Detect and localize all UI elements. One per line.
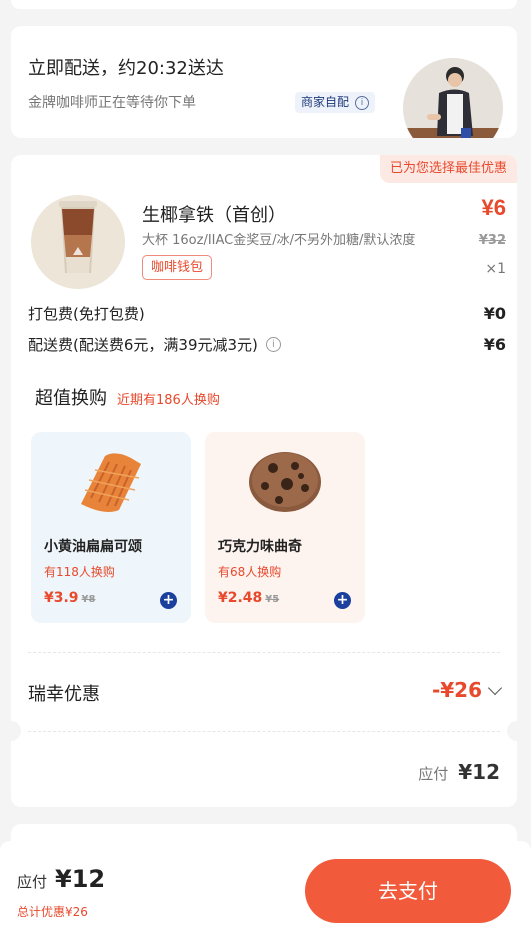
swap-item-count: 有118人换购: [44, 565, 115, 579]
info-icon[interactable]: i: [265, 336, 281, 352]
merchant-delivery-badge[interactable]: 商家自配 i: [295, 92, 376, 113]
best-offer-tag: 已为您选择最佳优惠: [379, 155, 517, 183]
info-icon: i: [355, 95, 370, 110]
delivery-fee-label: 配送费(配送费6元，满39元减3元): [28, 335, 258, 354]
coffee-wallet-button[interactable]: 咖啡钱包: [142, 255, 213, 280]
chevron-down-icon: [487, 680, 503, 695]
swap-item-croissant[interactable]: 小黄油扁扁可颂 有118人换购 ¥3.9 ¥8 +: [31, 432, 191, 623]
swap-item-price: ¥3.9: [44, 590, 79, 606]
swap-item-price-group: ¥2.48 ¥5: [218, 590, 279, 606]
luckin-promo-label: 瑞幸优惠: [28, 684, 100, 705]
merchant-badge-label: 商家自配: [301, 95, 350, 109]
add-icon[interactable]: +: [160, 592, 177, 609]
pay-button[interactable]: 去支付: [305, 859, 511, 923]
packaging-fee-row: 打包费(免打包费) ¥0: [28, 302, 506, 324]
amount-due-label: 应付: [418, 765, 449, 783]
packaging-fee-label: 打包费(免打包费): [28, 304, 145, 323]
swap-section-subtitle: 近期有186人换购: [117, 393, 220, 408]
checkout-pay-value: ¥12: [55, 865, 106, 893]
product-price: ¥6: [481, 195, 506, 220]
swap-item-price-group: ¥3.9 ¥8: [44, 590, 95, 606]
product-original-price: ¥32: [478, 233, 506, 248]
swap-section-title: 超值换购: [35, 388, 107, 409]
cookie-image: [249, 452, 321, 512]
swap-item-count: 有68人换购: [218, 565, 282, 579]
checkout-amount-group: 应付 ¥12: [17, 865, 105, 893]
delivery-time-title: 立即配送，约20:32送达: [28, 58, 224, 79]
product-quantity: ×1: [485, 261, 506, 277]
divider: [28, 731, 500, 732]
amount-due-value: ¥12: [458, 760, 500, 784]
product-spec: 大杯 16oz/IIAC金奖豆/冰/不另外加糖/默认浓度: [142, 233, 416, 248]
coconut-latte-image: [31, 195, 125, 289]
ticket-notch: [11, 721, 21, 741]
amount-due-row: 应付 ¥12: [418, 760, 500, 784]
luckin-promo-value: -¥26: [431, 678, 482, 702]
delivery-subtitle: 金牌咖啡师正在等待你下单: [28, 95, 196, 111]
checkout-pay-label: 应付: [17, 873, 48, 891]
checkout-bar: 应付 ¥12 总计优惠¥26 去支付: [0, 841, 531, 926]
delivery-fee-row: 配送费(配送费6元，满39元减3元) i ¥6: [28, 333, 506, 355]
delivery-fee-amount: ¥6: [483, 334, 506, 354]
product-name: 生椰拿铁（首创）: [142, 205, 286, 226]
packaging-fee-amount: ¥0: [483, 303, 506, 323]
total-discount: 总计优惠¥26: [17, 905, 88, 919]
swap-item-old-price: ¥5: [265, 594, 280, 605]
previous-card: [11, 0, 517, 9]
divider: [28, 652, 500, 653]
luckin-promo-value-group[interactable]: -¥26: [431, 678, 503, 702]
croissant-image: [81, 453, 141, 512]
swap-item-price: ¥2.48: [218, 590, 263, 606]
ticket-notch: [507, 721, 517, 741]
swap-item-old-price: ¥8: [81, 594, 96, 605]
swap-item-name: 小黄油扁扁可颂: [44, 539, 142, 555]
delivery-card: 立即配送，约20:32送达 金牌咖啡师正在等待你下单 商家自配 i: [11, 26, 517, 138]
order-card: 已为您选择最佳优惠 生椰拿铁（首创） 大杯 16oz/IIAC金奖豆/冰/不另外…: [11, 155, 517, 807]
swap-item-cookie[interactable]: 巧克力味曲奇 有68人换购 ¥2.48 ¥5 +: [205, 432, 365, 623]
barista-avatar: [403, 58, 503, 138]
add-icon[interactable]: +: [334, 592, 351, 609]
swap-item-name: 巧克力味曲奇: [218, 539, 302, 555]
